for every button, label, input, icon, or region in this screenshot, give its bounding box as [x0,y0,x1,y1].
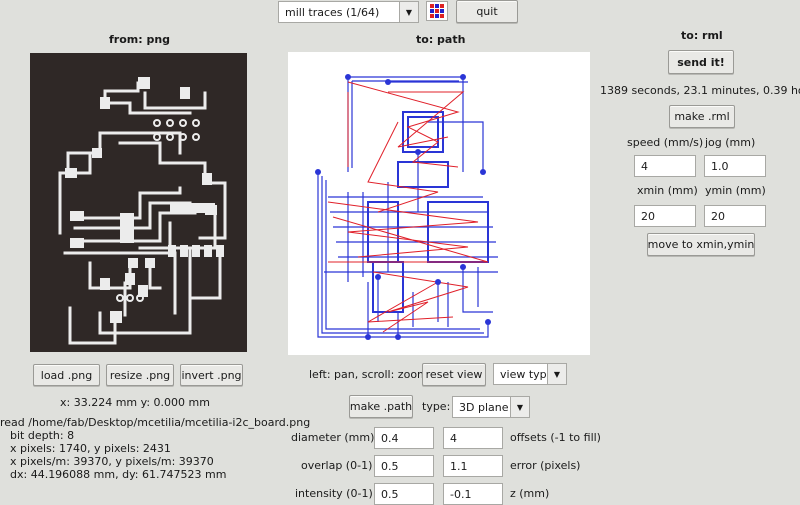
cursor-coords: x: 33.224 mm y: 0.000 mm [60,396,210,409]
diameter-label: diameter (mm) [291,431,375,444]
png-info-line-2: x pixels: 1740, y pixels: 2431 [10,442,171,455]
chevron-down-icon: ▼ [399,2,418,22]
z-input[interactable] [443,483,503,505]
reset-view-button[interactable]: reset view [422,363,486,386]
xmin-label: xmin (mm) [637,184,698,197]
path-panel-header: to: path [416,33,466,46]
process-select[interactable]: mill traces (1/64) ▼ [278,1,419,23]
make-rml-button[interactable]: make .rml [669,105,735,128]
nav-hint: left: pan, scroll: zoom [309,368,428,381]
xmin-input[interactable] [634,205,696,227]
png-info-line-0: read /home/fab/Desktop/mcetilia/mcetilia… [0,416,311,429]
offsets-input[interactable] [443,427,503,449]
png-info-line-3: x pixels/m: 39370, y pixels/m: 39370 [10,455,214,468]
chevron-down-icon: ▼ [510,397,529,417]
jog-input[interactable] [704,155,766,177]
rml-panel-header: to: rml [681,29,723,42]
png-panel-header: from: png [109,33,171,46]
send-it-button[interactable]: send it! [668,50,734,74]
load-png-button[interactable]: load .png [33,364,100,386]
png-preview[interactable] [30,53,247,352]
png-info-line-4: dx: 44.196088 mm, dy: 61.747523 mm [10,468,227,481]
color-grid-icon[interactable] [426,1,448,21]
process-select-value: mill traces (1/64) [285,5,380,19]
time-estimate: 1389 seconds, 23.1 minutes, 0.39 hours [600,84,800,97]
error-label: error (pixels) [510,459,581,472]
diameter-input[interactable] [374,427,434,449]
type-label: type: [422,400,451,413]
make-path-button[interactable]: make .path [349,395,413,418]
toolpath-image [315,74,498,340]
view-type-select[interactable]: view type ▼ [493,363,567,385]
pcb-traces-image [58,77,227,345]
chevron-down-icon: ▼ [547,364,566,384]
overlap-input[interactable] [374,455,434,477]
z-label: z (mm) [510,487,550,500]
resize-png-button[interactable]: resize .png [106,364,174,386]
speed-label: speed (mm/s) [627,136,704,149]
speed-input[interactable] [634,155,696,177]
error-input[interactable] [443,455,503,477]
view-type-value: view type [500,367,554,381]
type-select[interactable]: 3D plane ▼ [452,396,530,418]
ymin-label: ymin (mm) [705,184,766,197]
png-info-line-1: bit depth: 8 [10,429,75,442]
intensity-input[interactable] [374,483,434,505]
quit-button[interactable]: quit [456,0,518,23]
type-select-value: 3D plane [459,400,509,414]
offsets-label: offsets (-1 to fill) [510,431,601,444]
intensity-label: intensity (0-1) [295,487,373,500]
move-to-xmin-ymin-button[interactable]: move to xmin,ymin [647,233,755,256]
jog-label: jog (mm) [705,136,756,149]
ymin-input[interactable] [704,205,766,227]
path-preview[interactable] [288,52,590,355]
overlap-label: overlap (0-1) [301,459,373,472]
invert-png-button[interactable]: invert .png [180,364,243,386]
